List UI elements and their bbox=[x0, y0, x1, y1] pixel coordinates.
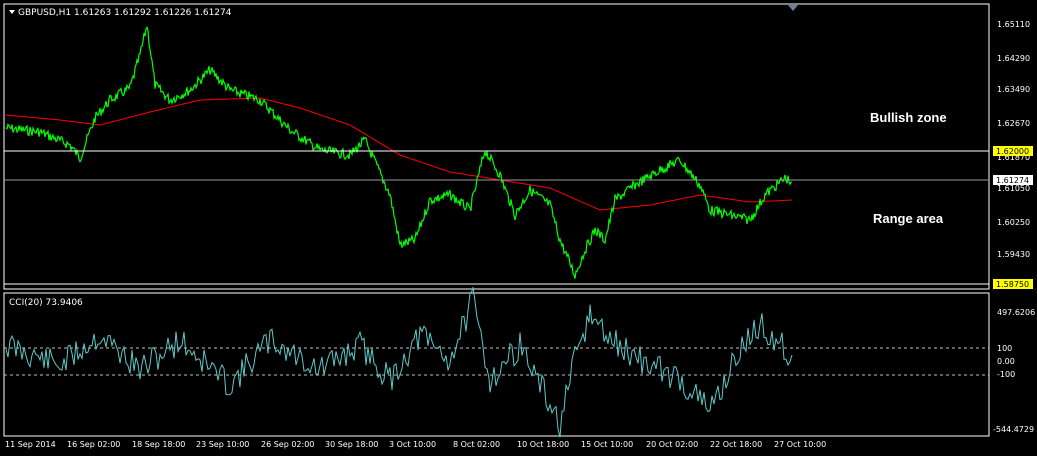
time-tick: 10 Oct 18:00 bbox=[517, 440, 569, 449]
cci-title: CCI(20) 73.9406 bbox=[9, 298, 83, 308]
cci-tick: 0.00 bbox=[997, 357, 1015, 366]
price-tick: 1.59430 bbox=[997, 250, 1030, 259]
time-tick: 15 Oct 10:00 bbox=[581, 440, 633, 449]
price-tick: 1.64290 bbox=[997, 54, 1030, 63]
level-tag-upper-text: 1.62000 bbox=[996, 147, 1029, 156]
symbol-info: GBPUSD,H1 1.61263 1.61292 1.61226 1.6127… bbox=[18, 8, 232, 18]
trading-chart[interactable]: Bullish zone Range area GBPUSD,H1 1.6126… bbox=[0, 0, 1037, 456]
time-tick: 30 Sep 18:00 bbox=[325, 440, 378, 449]
zone-label-bullish: Bullish zone bbox=[870, 110, 947, 125]
time-tick: 16 Sep 02:00 bbox=[67, 440, 120, 449]
time-tick: 26 Sep 02:00 bbox=[261, 440, 314, 449]
time-axis: 11 Sep 2014 16 Sep 02:00 18 Sep 18:00 23… bbox=[5, 440, 826, 449]
level-tag-lower-text: 1.58750 bbox=[996, 280, 1029, 289]
cci-tick: 100 bbox=[997, 344, 1012, 353]
cci-panel[interactable] bbox=[3, 292, 990, 437]
price-tick: 1.61050 bbox=[997, 184, 1030, 193]
time-tick: 23 Sep 10:00 bbox=[196, 440, 249, 449]
time-tick: 27 Oct 10:00 bbox=[774, 440, 826, 449]
zone-label-range: Range area bbox=[873, 211, 944, 226]
price-tick: 1.62670 bbox=[997, 119, 1030, 128]
main-price-panel[interactable] bbox=[3, 3, 990, 290]
cci-tick: -544.4729 bbox=[993, 425, 1034, 434]
cci-tick: 497.6206 bbox=[997, 308, 1035, 317]
price-tick: 1.60250 bbox=[997, 218, 1030, 227]
time-tick: 8 Oct 02:00 bbox=[453, 440, 500, 449]
current-price-tag-text: 1.61274 bbox=[996, 176, 1029, 185]
time-tick: 20 Oct 02:00 bbox=[646, 440, 698, 449]
time-tick: 11 Sep 2014 bbox=[5, 440, 56, 449]
time-tick: 18 Sep 18:00 bbox=[132, 440, 185, 449]
price-tick: 1.65110 bbox=[997, 20, 1030, 29]
cci-tick: -100 bbox=[997, 370, 1015, 379]
price-tick: 1.63490 bbox=[997, 85, 1030, 94]
time-tick: 22 Oct 18:00 bbox=[710, 440, 762, 449]
time-tick: 3 Oct 10:00 bbox=[389, 440, 436, 449]
